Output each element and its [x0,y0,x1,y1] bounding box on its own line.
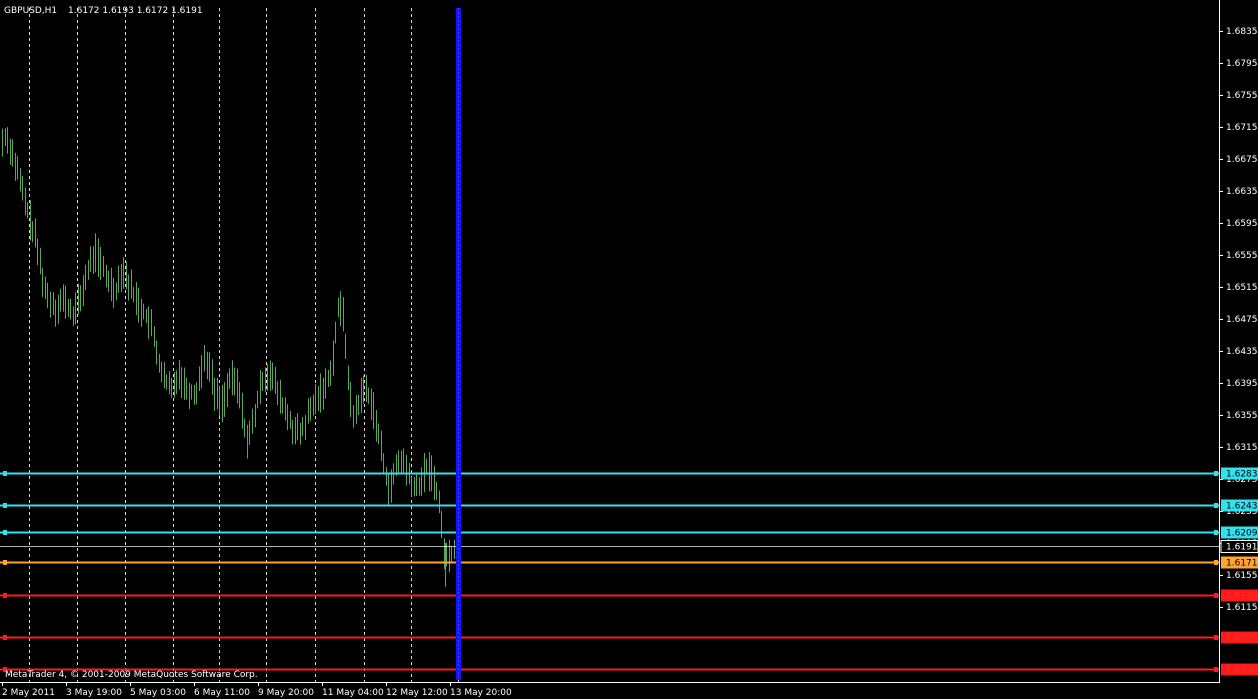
level-handle-right [1214,635,1218,640]
level-label: 1.6130 [1226,592,1258,602]
price-tick-label: 1.6595 [1226,219,1258,229]
period-marker-line[interactable] [456,8,461,680]
chart-background [0,0,1258,699]
level-label: 1.6283 [1226,470,1258,480]
level-handle-left [3,503,7,508]
time-tick-label: 13 May 20:00 [450,688,512,698]
level-handle-left [3,471,7,476]
level-label: 1.6038 [1226,666,1258,676]
time-tick-label: 6 May 11:00 [194,688,250,698]
level-handle-right [1214,503,1218,508]
chart-symbol: GBPUSD,H1 [4,6,57,16]
time-tick-label: 11 May 04:00 [322,688,384,698]
level-handle-right [1214,667,1218,672]
level-label: 1.6077 [1226,634,1258,644]
price-tick-label: 1.6835 [1226,27,1258,37]
level-handle-left [3,560,7,565]
price-tick-label: 1.6755 [1226,91,1258,101]
price-tick-label: 1.6395 [1226,379,1258,389]
level-handle-left [3,530,7,535]
level-handle-left [3,635,7,640]
price-chart[interactable]: 1.6835 1.6795 1.6755 1.6715 1.6675 1.6635 1.65… [0,0,1258,699]
price-tick-label: 1.6315 [1226,443,1258,453]
level-handle-right [1214,530,1218,535]
price-tick-label: 1.6475 [1226,315,1258,325]
level-label: 1.6191 [1226,543,1258,553]
price-tick-label: 1.6515 [1226,283,1258,293]
level-label: 1.6209 [1226,529,1258,539]
price-tick-label: 1.6715 [1226,123,1258,133]
copyright-notice: MetaTrader 4, © 2001-2009 MetaQuotes Sof… [5,670,258,680]
chart-ohlc: 1.6172 1.6193 1.6172 1.6191 [68,6,203,16]
level-handle-left [3,593,7,598]
price-tick-label: 1.6675 [1226,155,1258,165]
time-tick-label: 2 May 2011 [2,688,55,698]
price-tick-label: 1.6115 [1226,603,1258,613]
price-tick-label: 1.6155 [1226,571,1258,581]
price-tick-label: 1.6795 [1226,59,1258,69]
time-tick-label: 3 May 19:00 [66,688,122,698]
level-handle-right [1214,593,1218,598]
price-tick-label: 1.6555 [1226,251,1258,261]
time-tick-label: 9 May 20:00 [258,688,314,698]
level-label: 1.6171 [1226,559,1258,569]
level-handle-right [1214,560,1218,565]
price-tick-label: 1.6355 [1226,411,1258,421]
time-tick-label: 12 May 12:00 [386,688,448,698]
level-handle-right [1214,471,1218,476]
price-tick-label: 1.6435 [1226,347,1258,357]
level-label: 1.6243 [1226,502,1258,512]
price-tick-label: 1.6635 [1226,187,1258,197]
time-tick-label: 5 May 03:00 [130,688,186,698]
